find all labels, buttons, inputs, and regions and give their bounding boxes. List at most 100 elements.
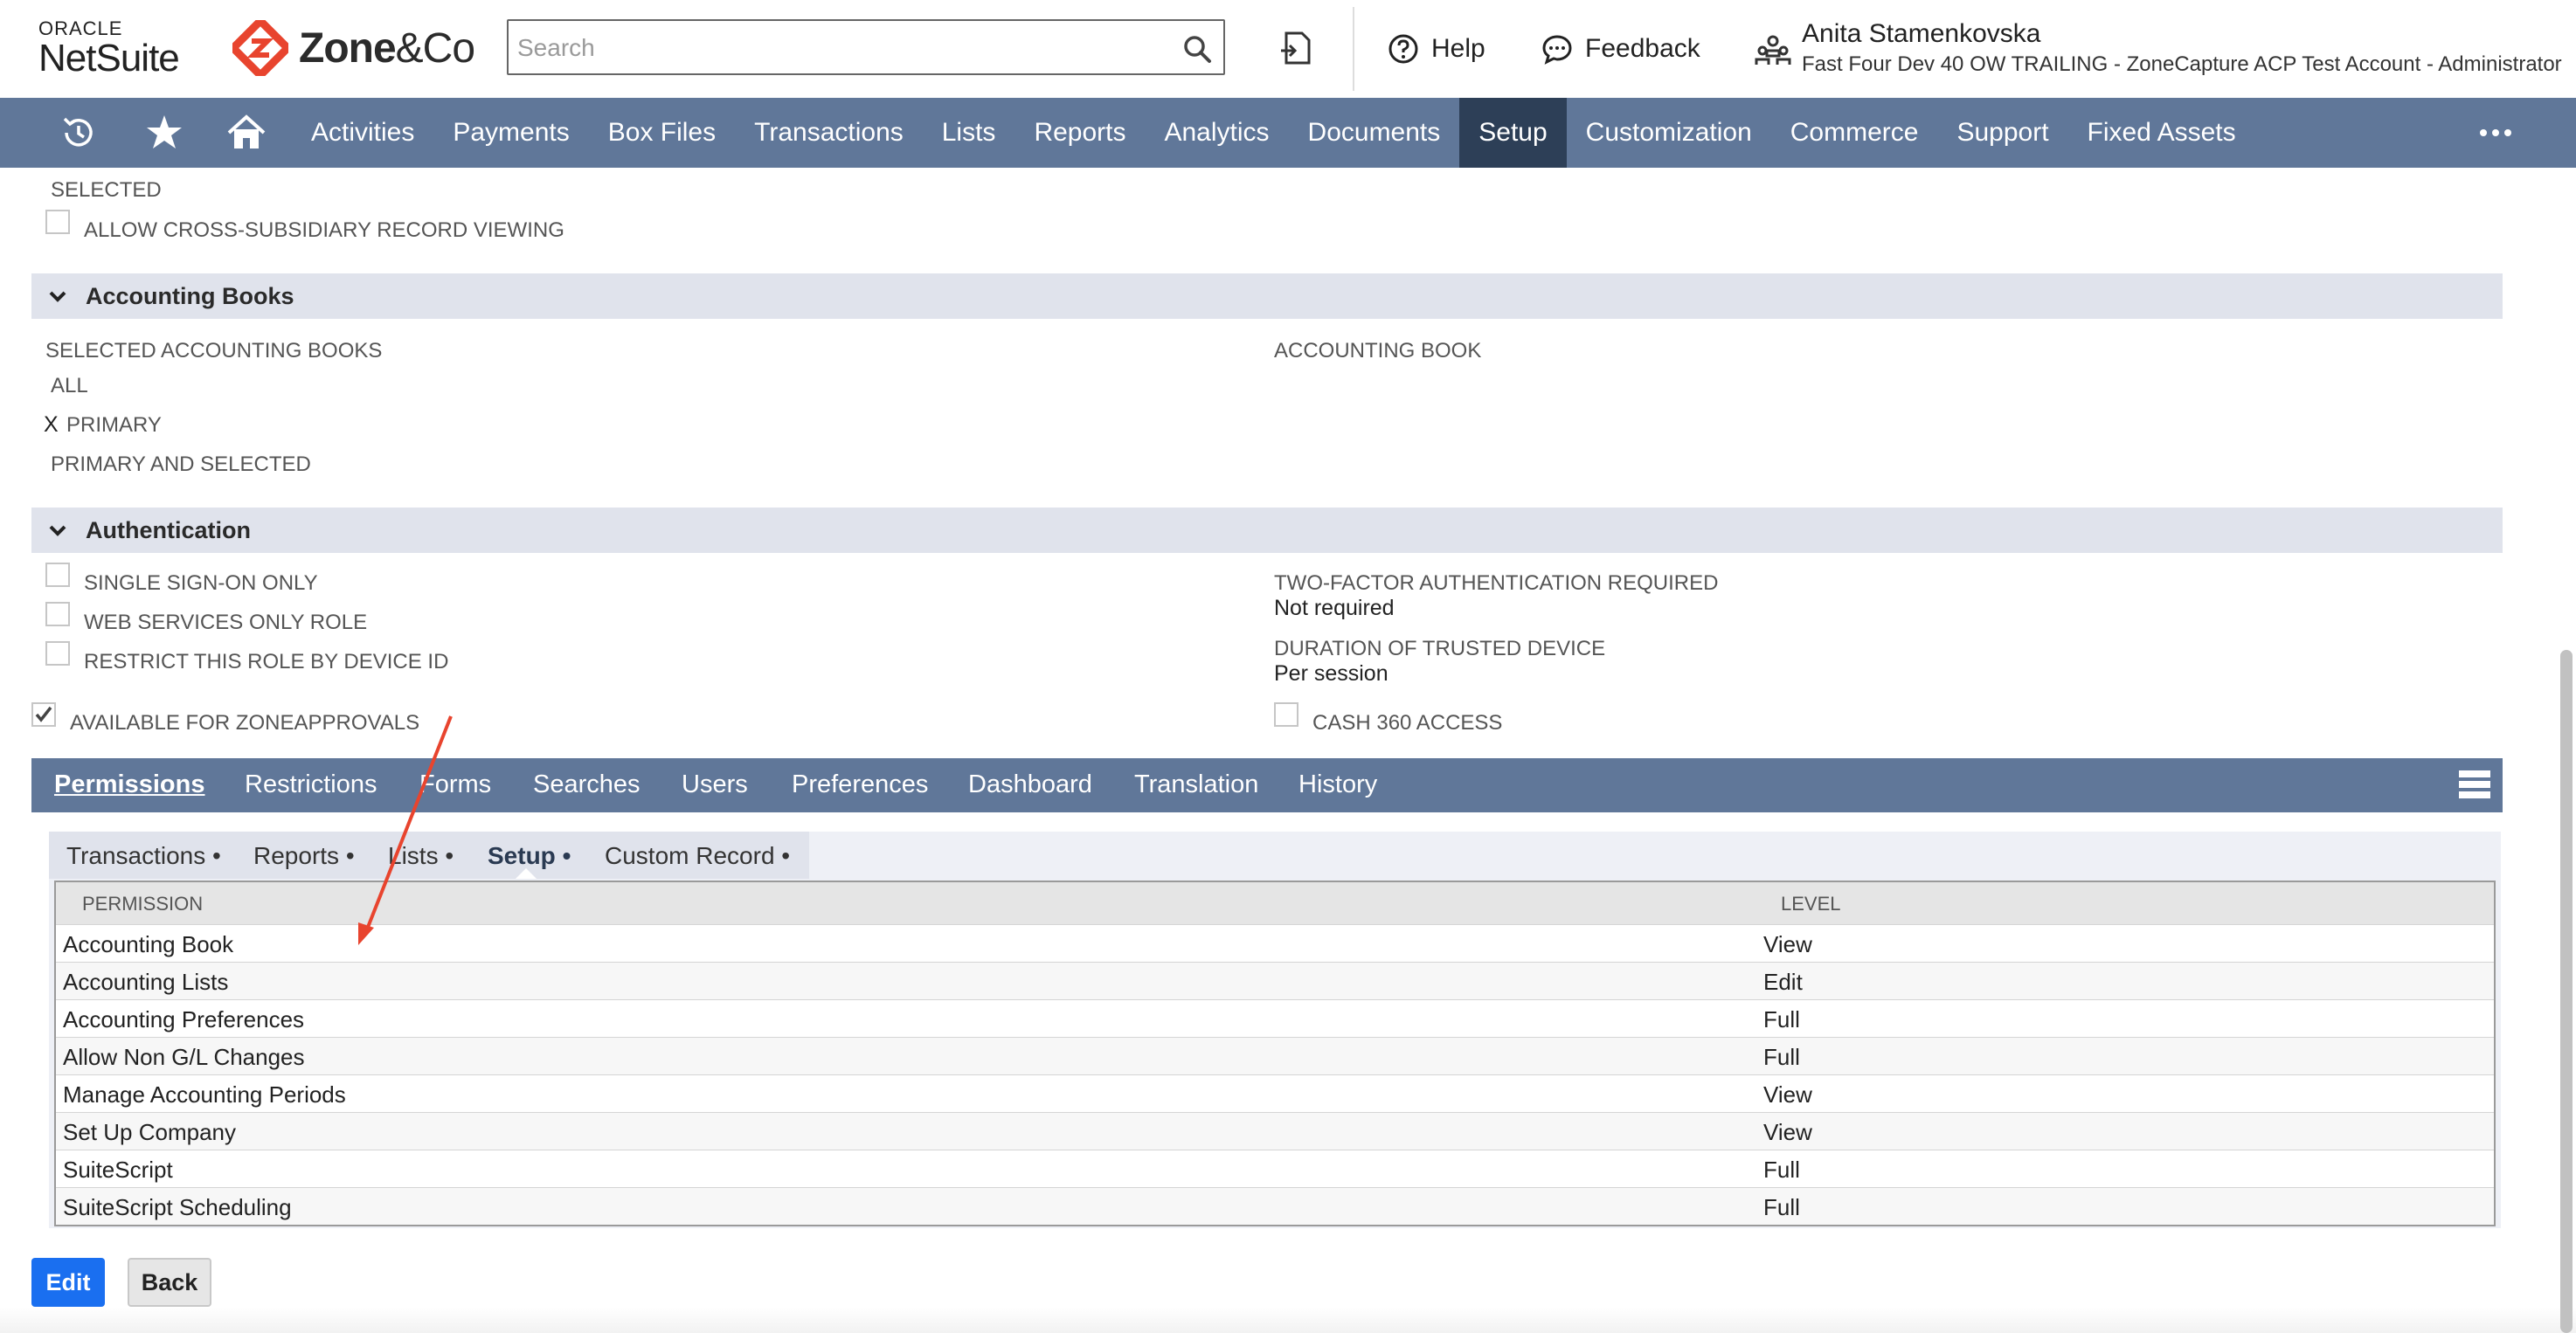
permission-cell: Accounting Preferences: [63, 1006, 305, 1033]
checkmark-icon: [35, 706, 52, 722]
chevron-down-icon: [49, 525, 66, 536]
star-icon[interactable]: [143, 112, 185, 154]
tab-forms[interactable]: Forms: [419, 770, 491, 799]
tab-history[interactable]: History: [1298, 770, 1377, 799]
nav-menu-items: Activities Payments Box Files Transactio…: [292, 98, 2255, 168]
table-row[interactable]: Accounting Preferences Full: [56, 999, 2494, 1037]
nav-item-payments[interactable]: Payments: [433, 98, 588, 168]
table-row[interactable]: Accounting Book View: [56, 924, 2494, 962]
permission-cell: Accounting Book: [63, 931, 234, 957]
tab-translation[interactable]: Translation: [1134, 770, 1258, 799]
two-factor-value: Not required: [1274, 596, 1395, 620]
zoneapprovals-checkbox[interactable]: [31, 702, 56, 727]
level-cell: Full: [1763, 1157, 1800, 1183]
zone-brand-suffix: &Co: [395, 24, 475, 72]
nav-item-customization[interactable]: Customization: [1567, 98, 1771, 168]
tab-restrictions[interactable]: Restrictions: [245, 770, 377, 799]
permission-cell: SuiteScript Scheduling: [63, 1194, 292, 1220]
authentication-title: Authentication: [86, 517, 251, 543]
table-row[interactable]: Set Up Company View: [56, 1112, 2494, 1150]
table-row[interactable]: SuiteScript Scheduling Full: [56, 1187, 2494, 1225]
accounting-books-option-primary-and-selected: PRIMARY AND SELECTED: [51, 452, 311, 476]
table-header: PERMISSION LEVEL: [56, 882, 2494, 924]
nav-item-support[interactable]: Support: [1937, 98, 2067, 168]
nav-item-lists[interactable]: Lists: [923, 98, 1015, 168]
table-row[interactable]: Accounting Lists Edit: [56, 962, 2494, 999]
nav-item-transactions[interactable]: Transactions: [735, 98, 923, 168]
allow-cross-subsidiary-checkbox[interactable]: [45, 210, 70, 234]
subtab-lists-label: Lists: [388, 842, 439, 869]
subtab-transactions-label: Transactions: [66, 842, 206, 869]
subtab-bullet: •: [345, 842, 355, 869]
tab-searches[interactable]: Searches: [533, 770, 641, 799]
accounting-books-section-header[interactable]: Accounting Books: [31, 273, 2503, 319]
cash360-label: CASH 360 ACCESS: [1312, 711, 1503, 735]
permission-cell: Manage Accounting Periods: [63, 1081, 346, 1108]
netsuite-wordmark: NetSuite: [38, 37, 180, 79]
zoneapprovals-label: AVAILABLE FOR ZONEAPPROVALS: [70, 711, 420, 735]
subtab-bullet: •: [781, 842, 791, 869]
trusted-device-label: DURATION OF TRUSTED DEVICE: [1274, 637, 1606, 660]
role-switch-icon: [1755, 35, 1791, 65]
search-input[interactable]: [516, 30, 1166, 66]
back-button[interactable]: Back: [128, 1258, 211, 1307]
tab-users[interactable]: Users: [682, 770, 748, 799]
accounting-books-option-all: ALL: [51, 374, 88, 397]
question-circle-icon: [1388, 34, 1418, 64]
nav-item-documents[interactable]: Documents: [1289, 98, 1460, 168]
nav-item-activities[interactable]: Activities: [292, 98, 433, 168]
search-icon[interactable]: [1181, 33, 1213, 65]
cash360-checkbox[interactable]: [1274, 702, 1298, 727]
zone-wordmark: Zone&Co: [299, 24, 475, 73]
nav-item-analytics[interactable]: Analytics: [1145, 98, 1288, 168]
single-sign-on-label: SINGLE SIGN-ON ONLY: [84, 571, 318, 595]
accounting-books-title: Accounting Books: [86, 283, 294, 309]
header-divider: [1353, 7, 1354, 91]
recent-records-icon[interactable]: [58, 112, 100, 154]
subtab-lists[interactable]: Lists •: [388, 842, 454, 870]
subtab-transactions[interactable]: Transactions •: [66, 842, 221, 870]
level-cell: Full: [1763, 1194, 1800, 1220]
table-row[interactable]: Manage Accounting Periods View: [56, 1074, 2494, 1112]
oracle-netsuite-logo[interactable]: ORACLE NetSuite: [38, 19, 180, 79]
subtab-setup[interactable]: Setup •: [488, 842, 571, 870]
nav-item-setup[interactable]: Setup: [1459, 98, 1567, 168]
restrict-device-label: RESTRICT THIS ROLE BY DEVICE ID: [84, 650, 449, 673]
permission-subtabs: Transactions • Reports • Lists • Setup •…: [49, 832, 809, 879]
edit-button[interactable]: Edit: [31, 1258, 105, 1307]
column-header-level[interactable]: LEVEL: [1781, 893, 1841, 915]
tab-dashboard[interactable]: Dashboard: [968, 770, 1092, 799]
record-tabs: Permissions Restrictions Forms Searches …: [31, 758, 2503, 812]
two-factor-label: TWO-FACTOR AUTHENTICATION REQUIRED: [1274, 571, 1719, 595]
subtab-custom-record[interactable]: Custom Record •: [605, 842, 790, 870]
subtab-reports[interactable]: Reports •: [253, 842, 355, 870]
nav-item-commerce[interactable]: Commerce: [1771, 98, 1938, 168]
subtab-bullet: •: [212, 842, 221, 869]
hamburger-menu-icon[interactable]: [2459, 770, 2490, 798]
nav-item-reports[interactable]: Reports: [1014, 98, 1145, 168]
restrict-device-checkbox[interactable]: [45, 641, 70, 666]
tab-permissions[interactable]: Permissions: [54, 770, 204, 799]
tab-preferences[interactable]: Preferences: [792, 770, 928, 799]
nav-item-fixed-assets[interactable]: Fixed Assets: [2068, 98, 2255, 168]
chat-bubble-icon: [1542, 35, 1572, 65]
table-row[interactable]: Allow Non G/L Changes Full: [56, 1037, 2494, 1074]
upload-file-icon[interactable]: [1279, 30, 1316, 66]
more-icon[interactable]: [2476, 119, 2515, 147]
user-name: Anita Stamenkovska: [1802, 19, 2041, 48]
column-header-permission[interactable]: PERMISSION: [82, 893, 203, 915]
feedback-button[interactable]: Feedback: [1541, 31, 1700, 66]
single-sign-on-checkbox[interactable]: [45, 563, 70, 587]
web-services-only-checkbox[interactable]: [45, 602, 70, 626]
authentication-section-header[interactable]: Authentication: [31, 508, 2503, 553]
level-cell: Full: [1763, 1006, 1800, 1033]
home-icon[interactable]: [225, 112, 267, 154]
page-scrollbar[interactable]: [2560, 650, 2573, 1333]
nav-item-box-files[interactable]: Box Files: [589, 98, 735, 168]
table-row[interactable]: SuiteScript Full: [56, 1150, 2494, 1187]
trusted-device-value: Per session: [1274, 661, 1388, 686]
level-cell: View: [1763, 1081, 1812, 1108]
zone-brand: Zone: [299, 24, 397, 72]
permission-cell: Allow Non G/L Changes: [63, 1044, 305, 1070]
help-button[interactable]: Help: [1388, 31, 1485, 66]
